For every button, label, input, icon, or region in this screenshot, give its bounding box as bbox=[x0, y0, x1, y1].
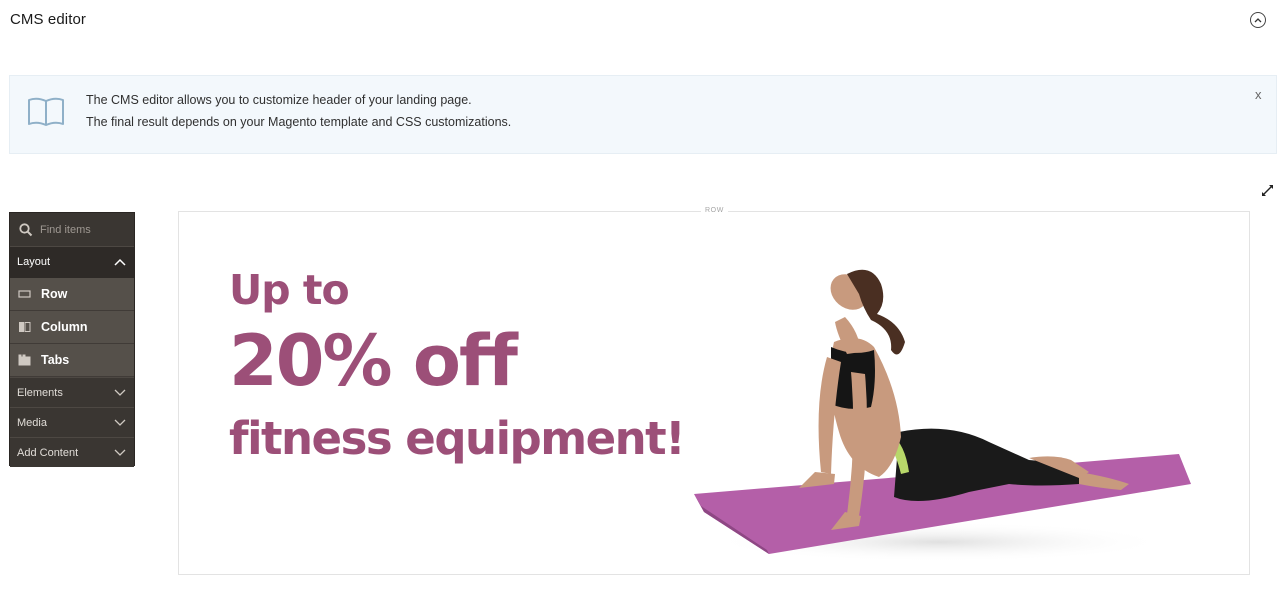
banner-line-1: Up to bbox=[229, 266, 350, 314]
chevron-down-icon bbox=[114, 419, 126, 426]
find-items-input[interactable] bbox=[40, 223, 125, 236]
group-media-label: Media bbox=[17, 416, 47, 429]
group-elements-toggle[interactable]: Elements bbox=[10, 377, 134, 407]
section-title: CMS editor bbox=[10, 11, 87, 28]
layout-item-tabs[interactable]: Tabs bbox=[10, 344, 134, 377]
chevron-down-icon bbox=[114, 449, 126, 456]
group-layout-toggle[interactable]: Layout bbox=[10, 247, 134, 278]
search-icon bbox=[19, 222, 33, 236]
layout-item-tabs-label: Tabs bbox=[41, 353, 70, 367]
close-notice-button[interactable]: x bbox=[1255, 87, 1262, 102]
layout-item-row[interactable]: Row bbox=[10, 278, 134, 311]
expand-icon[interactable] bbox=[1261, 184, 1274, 197]
banner-line-2: 20% off bbox=[229, 320, 518, 402]
layout-item-column[interactable]: Column bbox=[10, 311, 134, 344]
group-media-toggle[interactable]: Media bbox=[10, 407, 134, 437]
group-elements-label: Elements bbox=[17, 386, 63, 399]
group-add-content-toggle[interactable]: Add Content bbox=[10, 437, 134, 467]
layout-item-column-label: Column bbox=[41, 320, 88, 334]
layout-item-row-label: Row bbox=[41, 287, 68, 301]
tabs-icon bbox=[18, 354, 31, 366]
group-layout-label: Layout bbox=[17, 256, 51, 268]
banner-image-yoga bbox=[694, 269, 1191, 562]
group-add-content-label: Add Content bbox=[17, 446, 79, 459]
collapse-section-button[interactable] bbox=[1250, 12, 1266, 28]
notice-text-line1: The CMS editor allows you to customize h… bbox=[86, 93, 472, 107]
info-notice: The CMS editor allows you to customize h… bbox=[9, 75, 1277, 154]
stage-row[interactable]: Up to 20% off fitness equipment! bbox=[178, 211, 1250, 575]
chevron-up-icon bbox=[114, 258, 126, 266]
chevron-down-icon bbox=[114, 389, 126, 396]
chevron-up-icon bbox=[1254, 18, 1262, 23]
column-icon bbox=[19, 322, 31, 332]
row-icon bbox=[18, 290, 31, 298]
content-panel: Layout Row Column Tabs Elements Media Ad… bbox=[9, 212, 135, 467]
row-label: ROW bbox=[701, 207, 728, 214]
notice-text-line2: The final result depends on your Magento… bbox=[86, 115, 512, 129]
find-items-search[interactable] bbox=[10, 213, 134, 247]
book-icon bbox=[28, 97, 64, 126]
